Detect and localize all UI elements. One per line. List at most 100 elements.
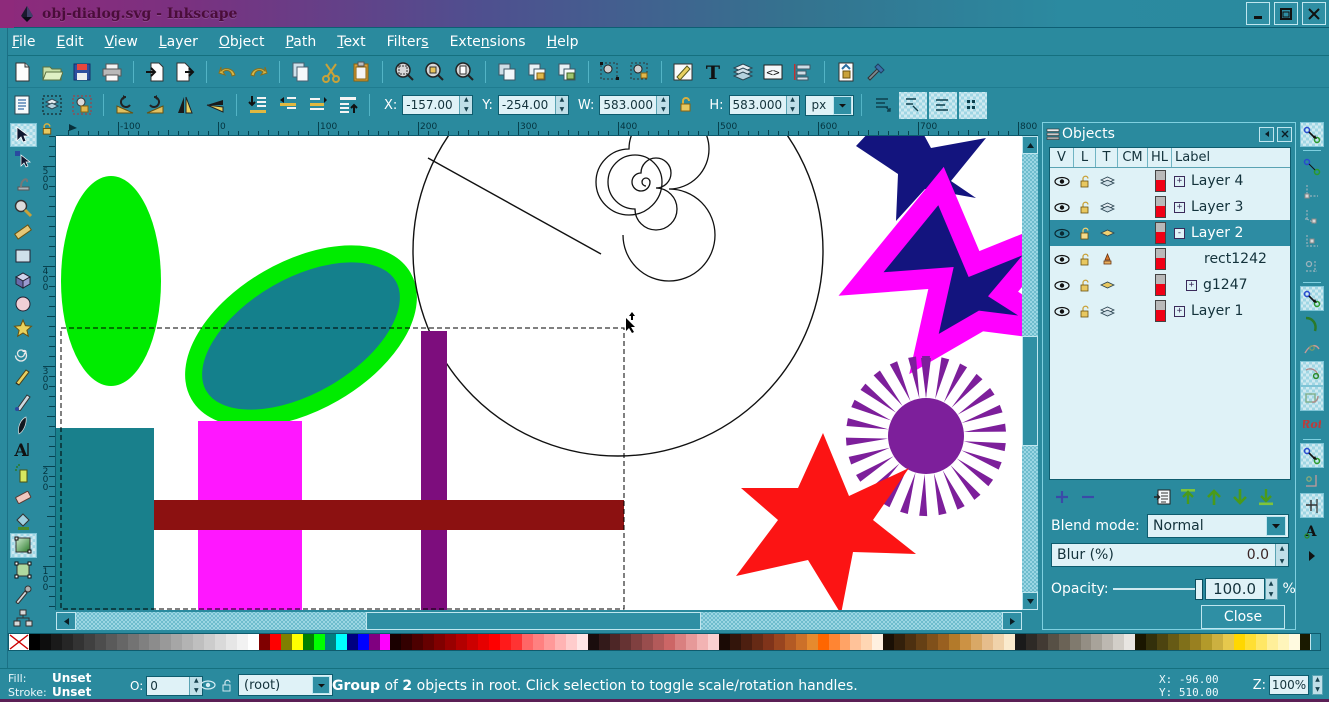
unlocked-icon[interactable] (1074, 253, 1096, 266)
tweak-tool[interactable] (10, 171, 37, 195)
palette-swatch[interactable] (369, 634, 380, 650)
opacity-stepper[interactable]: ▲▼ (1265, 578, 1278, 600)
objects-row-layer2[interactable]: - Layer 2 (1050, 220, 1290, 246)
ruler-lock-icon[interactable] (40, 122, 54, 135)
eye-icon[interactable] (1050, 202, 1074, 213)
close-button[interactable] (1302, 2, 1326, 25)
palette-swatch[interactable] (829, 634, 840, 650)
scroll-up-button[interactable] (1022, 136, 1038, 154)
palette-swatch[interactable] (577, 634, 588, 650)
palette-swatch[interactable] (1278, 634, 1289, 650)
palette-swatch[interactable] (927, 634, 938, 650)
palette-swatch[interactable] (533, 634, 544, 650)
scroll-down-button[interactable] (1022, 592, 1038, 610)
palette-swatch[interactable] (412, 634, 423, 650)
save-document-button[interactable] (68, 59, 96, 86)
palette-swatch[interactable] (1091, 634, 1102, 650)
lower-to-bottom-button[interactable] (244, 92, 272, 119)
snap-page-border[interactable] (1300, 493, 1324, 518)
import-button[interactable] (141, 59, 169, 86)
h-input[interactable] (730, 96, 786, 114)
eye-icon[interactable] (1050, 228, 1074, 239)
palette-swatch[interactable] (1267, 634, 1278, 650)
palette-swatch[interactable] (719, 634, 730, 650)
palette-swatch[interactable] (993, 634, 1004, 650)
objects-row-layer4[interactable]: + Layer 4 (1050, 168, 1290, 194)
palette-swatch[interactable] (1037, 634, 1048, 650)
menu-edit[interactable]: Edit (56, 34, 83, 50)
palette-swatch[interactable] (1102, 634, 1113, 650)
connector-tool[interactable] (10, 606, 37, 630)
palette-swatch[interactable] (807, 634, 818, 650)
expander-icon[interactable]: - (1174, 228, 1185, 239)
palette-swatch[interactable] (106, 634, 117, 650)
palette-swatch[interactable] (390, 634, 401, 650)
label-cell[interactable]: - Layer 2 (1172, 225, 1290, 241)
menu-text[interactable]: Text (337, 34, 365, 50)
palette-swatch[interactable] (599, 634, 610, 650)
menu-object[interactable]: Object (219, 34, 265, 50)
group-button[interactable] (523, 59, 551, 86)
lower-to-bottom-button[interactable] (1253, 486, 1279, 508)
snap-smooth-node[interactable] (1300, 386, 1324, 411)
palette-swatch[interactable] (171, 634, 182, 650)
palette-swatch[interactable] (653, 634, 664, 650)
palette-swatch[interactable] (62, 634, 73, 650)
palette-swatch[interactable] (358, 634, 369, 650)
zoom-value[interactable]: 100% (1269, 675, 1309, 695)
label-cell[interactable]: rect1242 (1172, 251, 1290, 267)
group-icon[interactable] (1096, 280, 1118, 291)
snapbar-overflow-button[interactable] (1300, 543, 1324, 568)
palette-swatch[interactable] (237, 634, 248, 650)
palette-swatch[interactable] (1004, 634, 1015, 650)
unlocked-icon[interactable] (1074, 305, 1096, 318)
palette-swatch[interactable] (270, 634, 281, 650)
menu-filters[interactable]: Filters (387, 34, 429, 50)
palette-swatch[interactable] (259, 634, 270, 650)
label-cell[interactable]: + Layer 1 (1172, 303, 1290, 319)
rotate-ccw-button[interactable] (111, 92, 139, 119)
raise-to-top-button[interactable] (1175, 486, 1201, 508)
palette-swatch[interactable] (325, 634, 336, 650)
palette-swatch[interactable] (1048, 634, 1059, 650)
palette-swatch[interactable] (818, 634, 829, 650)
palette-swatch[interactable] (467, 634, 478, 650)
opacity-thumb[interactable] (1195, 579, 1203, 600)
snap-nodes-paths[interactable] (1300, 286, 1324, 311)
palette-swatch[interactable] (883, 634, 894, 650)
scroll-thumb-vertical[interactable] (1022, 336, 1038, 446)
palette-swatch[interactable] (226, 634, 237, 650)
objects-row-rect1242[interactable]: rect1242 (1050, 246, 1290, 272)
dropper-tool[interactable] (10, 582, 37, 606)
palette-swatch[interactable] (1201, 634, 1212, 650)
hl-swatch[interactable] (1148, 170, 1172, 192)
measure-tool[interactable] (10, 220, 37, 244)
palette-swatch[interactable] (796, 634, 807, 650)
palette-swatch[interactable] (708, 634, 719, 650)
palette-swatch[interactable] (1026, 634, 1037, 650)
layer-icon[interactable] (1096, 202, 1118, 213)
palette-swatch[interactable] (642, 634, 653, 650)
raise-button[interactable] (1201, 486, 1227, 508)
palette-swatch[interactable] (785, 634, 796, 650)
label-cell[interactable]: + g1247 (1172, 277, 1290, 293)
remove-layer-button[interactable] (1075, 486, 1101, 508)
palette-swatch[interactable] (741, 634, 752, 650)
flip-horizontal-button[interactable] (171, 92, 199, 119)
layer-icon[interactable] (1096, 306, 1118, 317)
minimize-button[interactable] (1246, 2, 1270, 25)
palette-swatches[interactable] (29, 634, 1310, 650)
bucket-fill-tool[interactable] (10, 509, 37, 533)
hl-swatch[interactable] (1148, 300, 1172, 322)
palette-swatch[interactable] (949, 634, 960, 650)
preferences-button[interactable] (862, 59, 890, 86)
palette-swatch[interactable] (292, 634, 303, 650)
palette-swatch[interactable] (872, 634, 883, 650)
expander-icon[interactable]: + (1174, 306, 1185, 317)
palette-swatch[interactable] (1146, 634, 1157, 650)
mesh-tool[interactable] (10, 558, 37, 582)
palette-swatch[interactable] (1070, 634, 1081, 650)
redo-button[interactable] (244, 59, 272, 86)
palette-swatch[interactable] (1234, 634, 1245, 650)
y-input[interactable] (499, 96, 555, 114)
